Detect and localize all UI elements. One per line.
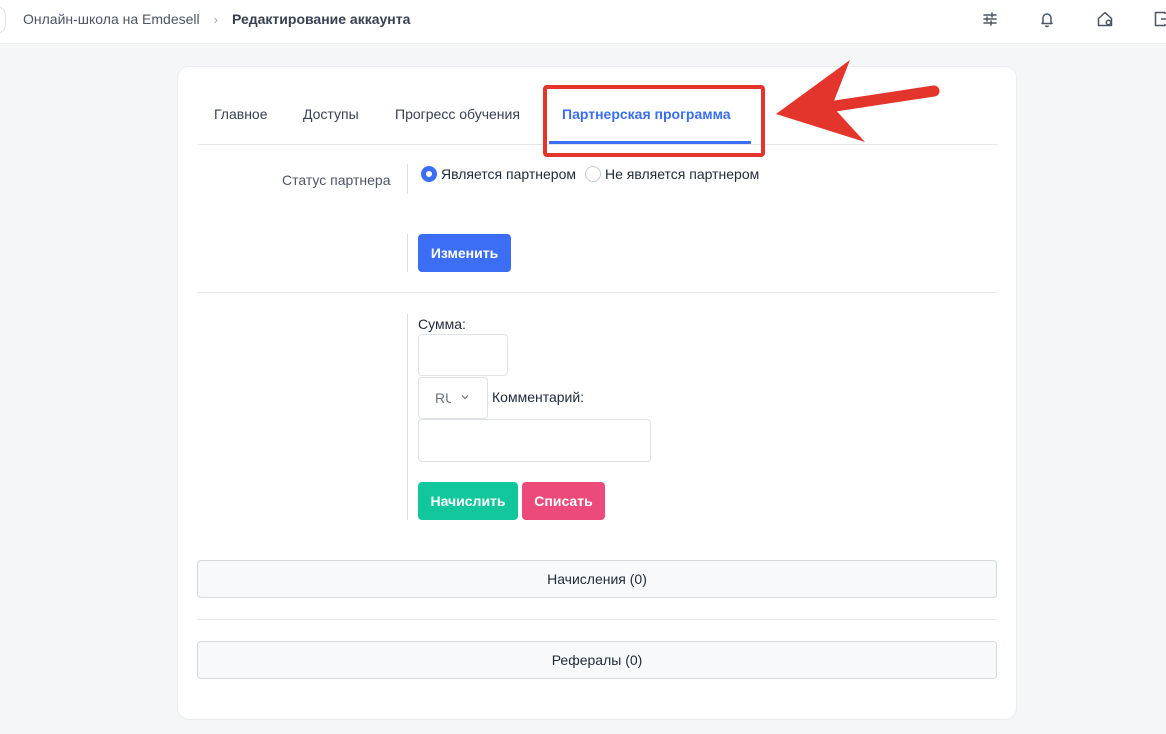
credit-button[interactable]: Начислить: [418, 482, 518, 520]
home-settings-icon[interactable]: [1095, 9, 1115, 29]
partner-status-radio-group: Является партнером Не является партнером: [421, 166, 768, 182]
breadcrumb-root-link[interactable]: Онлайн-школа на Emdesell: [23, 11, 200, 27]
tab-main[interactable]: Главное: [214, 106, 268, 122]
tab-partner-program[interactable]: Партнерская программа: [562, 106, 731, 122]
radio-is-partner[interactable]: [421, 166, 437, 182]
breadcrumb-current: Редактирование аккаунта: [231, 11, 411, 27]
radio-not-partner-label[interactable]: Не является партнером: [605, 166, 759, 182]
field-separator: [407, 164, 408, 194]
active-tab-underline: [549, 141, 751, 144]
partner-status-label: Статус партнера: [282, 172, 391, 188]
section-divider: [197, 292, 997, 293]
tab-learning-progress[interactable]: Прогресс обучения: [395, 106, 520, 122]
sidebar-toggle[interactable]: [0, 6, 6, 34]
debit-button[interactable]: Списать: [522, 482, 605, 520]
radio-not-partner[interactable]: [585, 166, 601, 182]
amount-label: Сумма:: [418, 316, 466, 332]
referrals-panel-button[interactable]: Рефералы (0): [197, 641, 997, 679]
tab-access[interactable]: Доступы: [303, 106, 359, 122]
field-separator: [407, 314, 408, 520]
chevron-down-icon: [461, 395, 469, 400]
currency-select[interactable]: RUB: [418, 377, 488, 419]
exit-icon[interactable]: [1152, 9, 1166, 29]
annotation-arrow-icon: [776, 60, 940, 142]
top-bar: Онлайн-школа на Emdesell › Редактировани…: [0, 0, 1166, 44]
amount-input[interactable]: [418, 334, 508, 376]
field-separator: [407, 234, 408, 272]
currency-select-value: RUB: [435, 390, 451, 406]
breadcrumb: Онлайн-школа на Emdesell › Редактировани…: [23, 10, 410, 28]
accruals-panel-button[interactable]: Начисления (0): [197, 560, 997, 598]
comment-input[interactable]: [418, 419, 651, 462]
sliders-icon[interactable]: [980, 9, 1000, 29]
account-edit-card: Главное Доступы Прогресс обучения Партне…: [177, 66, 1017, 720]
comment-label: Комментарий:: [492, 389, 585, 405]
bell-icon[interactable]: [1037, 9, 1057, 29]
change-status-button[interactable]: Изменить: [418, 234, 511, 272]
radio-is-partner-label[interactable]: Является партнером: [441, 166, 576, 182]
section-divider: [197, 619, 997, 620]
breadcrumb-separator: ›: [213, 11, 218, 27]
